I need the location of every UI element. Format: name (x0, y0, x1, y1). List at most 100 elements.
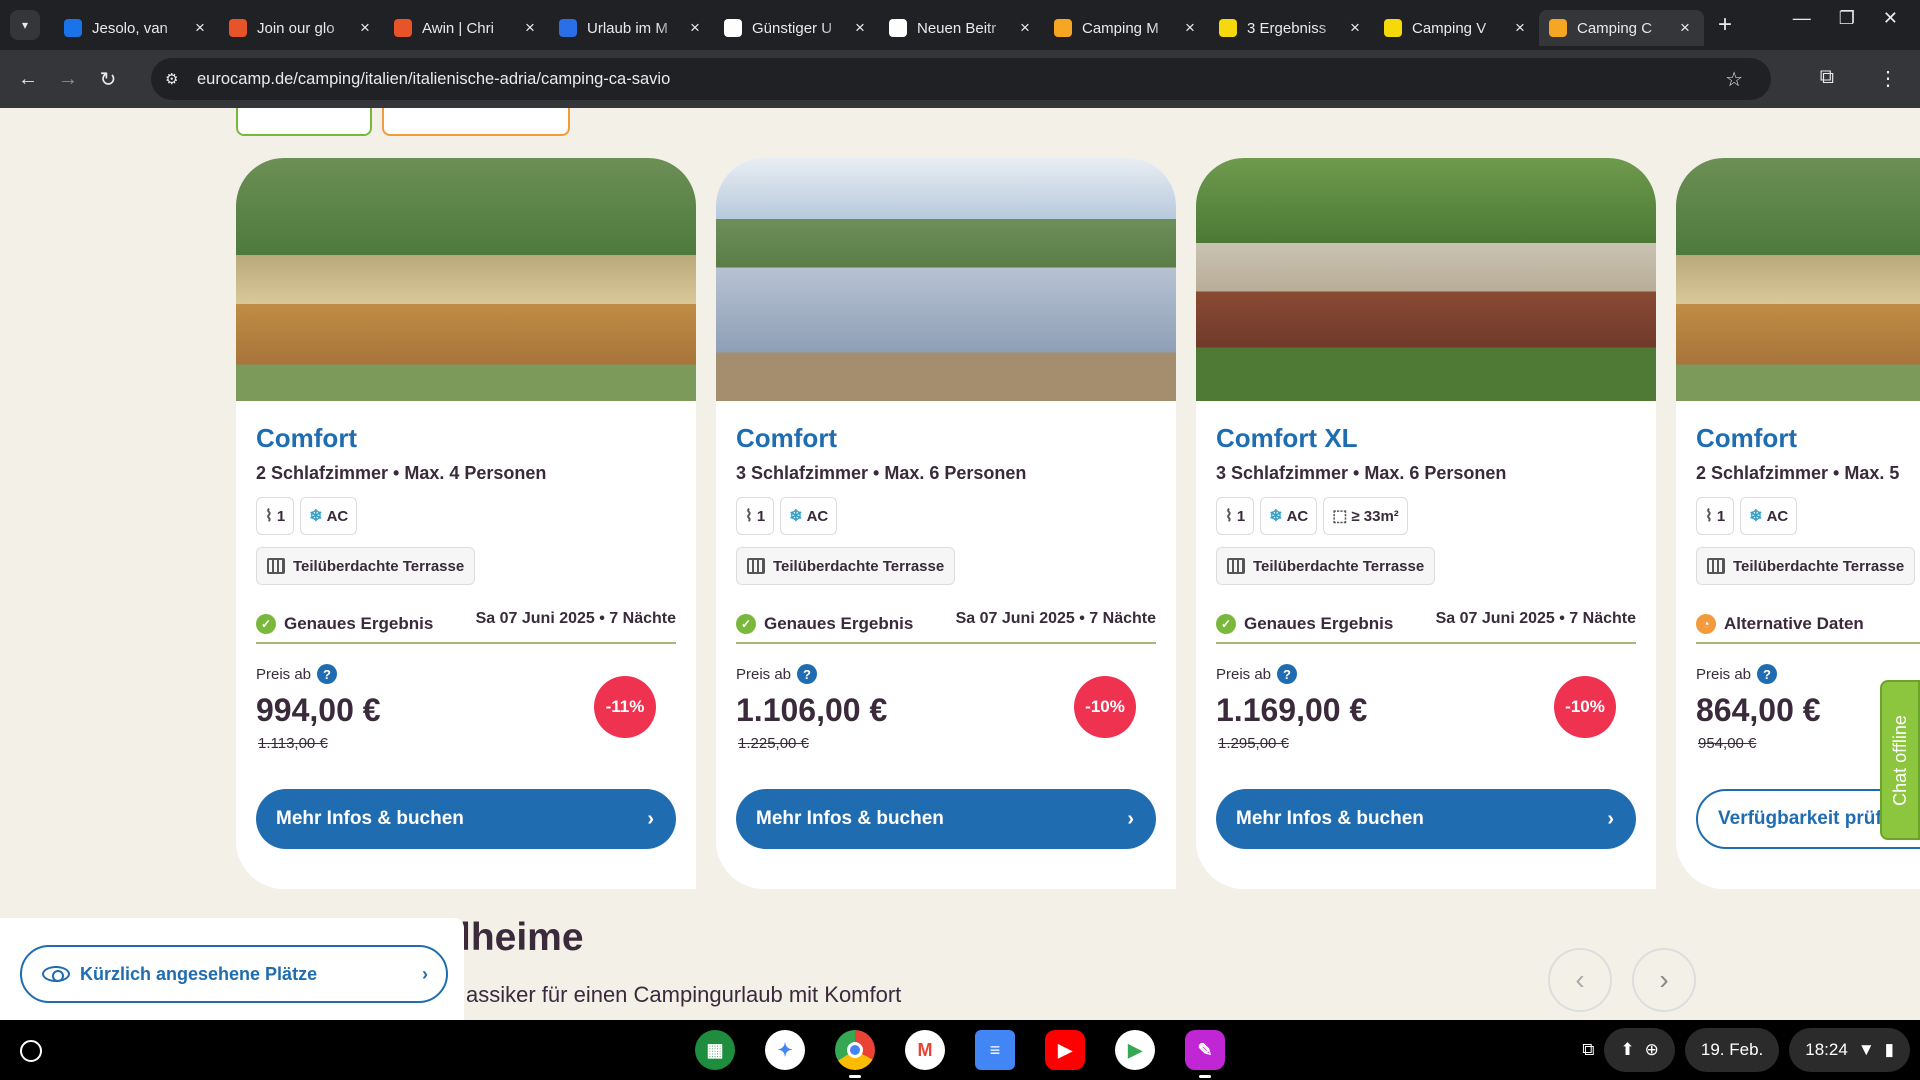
card-title[interactable]: Comfort (736, 423, 1156, 454)
tab-close-icon[interactable]: × (191, 18, 209, 38)
amenity-badge: ❄ AC (1740, 497, 1798, 535)
bookmark-star-icon[interactable]: ☆ (1725, 67, 1743, 92)
help-icon[interactable]: ? (1757, 664, 1778, 684)
upload-icon: ⬆ (1620, 1040, 1635, 1059)
availability-status: ◔ Alternative Daten (1696, 614, 1864, 634)
book-button-label: Mehr Infos & buchen (1236, 808, 1424, 829)
tab-close-icon[interactable]: × (1016, 18, 1034, 38)
tab-close-icon[interactable]: × (851, 18, 869, 38)
forward-icon[interactable]: → (56, 68, 80, 91)
recent-places-label: Kürzlich angesehene Plätze (80, 963, 318, 984)
holding-space-icon[interactable]: ⧉ (1582, 1040, 1594, 1060)
site-info-icon[interactable]: ⚙ (165, 70, 187, 88)
docs-icon[interactable]: ≡ (975, 1030, 1015, 1070)
chrome-icon[interactable] (835, 1030, 875, 1078)
gmail-icon[interactable]: M (905, 1030, 945, 1070)
accommodation-photo[interactable] (1196, 158, 1656, 401)
book-button[interactable]: Mehr Infos & buchen › (256, 789, 676, 849)
price-label-text: Preis ab (736, 665, 792, 683)
app-grid-icon[interactable]: ▦ (695, 1030, 735, 1070)
help-icon[interactable]: ? (797, 664, 818, 684)
browser-tab[interactable]: Neuen Beitr × (879, 10, 1044, 46)
lidl-icon (1384, 19, 1402, 37)
new-tab-button[interactable]: + (1718, 11, 1732, 39)
section-subtitle: assiker für einen Campingurlaub mit Komf… (466, 982, 902, 1007)
amenity-label: AC (1286, 507, 1309, 525)
browser-tab[interactable]: Camping C × (1539, 10, 1704, 46)
reload-icon[interactable]: ↻ (96, 67, 120, 92)
extensions-icon[interactable]: ⧉ (1820, 66, 1834, 91)
browser-tab[interactable]: Günstiger U × (714, 10, 879, 46)
browser-tab[interactable]: Join our glo × (219, 10, 384, 46)
tab-title: Camping V (1412, 19, 1487, 37)
close-window-icon[interactable]: ✕ (1883, 8, 1898, 29)
book-button-label: Mehr Infos & buchen (276, 808, 464, 829)
status-label: Alternative Daten (1724, 614, 1864, 633)
card-subtitle: 2 Schlafzimmer • Max. 5 (1696, 463, 1900, 483)
recent-places-button[interactable]: Kürzlich angesehene Plätze › (20, 945, 448, 1003)
amenity-badges: ⌇ 1 ❄ AC (256, 497, 676, 535)
tab-close-icon[interactable]: × (686, 18, 704, 38)
section-title: lheime (460, 916, 584, 959)
filter-chip-exact[interactable] (236, 108, 372, 136)
launcher-icon[interactable] (20, 1040, 42, 1062)
terrace-icon (1227, 558, 1245, 574)
tab-search-button[interactable]: ▾ (10, 10, 40, 40)
carousel-next-button[interactable]: › (1632, 948, 1696, 1012)
tabs: Jesolo, van × Join our glo × Awin | Chri × Url… (54, 0, 1704, 50)
amenity-badges: ⌇ 1 ❄ AC ⬚ ≥ 33m² (1216, 497, 1636, 535)
shower-icon: ⌇ (1705, 508, 1713, 525)
menu-icon[interactable]: ⋮ (1878, 66, 1898, 91)
accommodation-photo[interactable] (236, 158, 696, 401)
shower-icon: ⌇ (745, 508, 753, 525)
browser-tab[interactable]: 3 Ergebniss × (1209, 10, 1374, 46)
tab-title: 3 Ergebniss (1247, 19, 1327, 37)
accommodation-photo[interactable] (716, 158, 1176, 401)
feature-label: Teilüberdachte Terrasse (293, 557, 465, 575)
tab-close-icon[interactable]: × (1511, 18, 1529, 38)
youtube-icon[interactable]: ▶ (1045, 1030, 1085, 1070)
tab-close-icon[interactable]: × (1181, 18, 1199, 38)
card-title[interactable]: Comfort (1696, 423, 1920, 454)
feature-badge: Teilüberdachte Terrasse (736, 547, 956, 585)
time-pill[interactable]: 18:24 ▼ ▮ (1789, 1028, 1910, 1072)
card-title[interactable]: Comfort (256, 423, 676, 454)
screencast-icon[interactable]: ✎ (1185, 1030, 1225, 1078)
tray-pill-icons[interactable]: ⬆ ⊕ (1604, 1028, 1675, 1072)
browser-tab[interactable]: Camping M × (1044, 10, 1209, 46)
feature-badge: Teilüberdachte Terrasse (1216, 547, 1436, 585)
address-bar[interactable]: ⚙ eurocamp.de/camping/italien/italienisc… (151, 58, 1771, 100)
play-store-icon[interactable]: ▶ (1115, 1030, 1155, 1070)
stay-date: Sa 07 Juni 2025 • 7 Nächte (1435, 610, 1636, 627)
gemini-icon[interactable]: ✦ (765, 1030, 805, 1070)
status-icon: ◔ (1696, 614, 1716, 634)
chat-offline-tab[interactable]: Chat offline (1880, 680, 1920, 840)
date-pill[interactable]: 19. Feb. (1684, 1028, 1780, 1072)
filter-chip-alternative[interactable] (382, 108, 570, 136)
amenity-label: 1 (756, 507, 766, 525)
card-title[interactable]: Comfort XL (1216, 423, 1636, 454)
terrace-icon (1707, 558, 1725, 574)
help-icon[interactable]: ? (1277, 664, 1298, 684)
tab-close-icon[interactable]: × (1676, 18, 1694, 38)
tab-close-icon[interactable]: × (356, 18, 374, 38)
browser-tab[interactable]: Camping V × (1374, 10, 1539, 46)
tab-close-icon[interactable]: × (1346, 18, 1364, 38)
stay-date: Sa 07 Juni 2025 • 7 Nächte (475, 610, 676, 627)
book-button[interactable]: Mehr Infos & buchen › (736, 789, 1156, 849)
tab-close-icon[interactable]: × (521, 18, 539, 38)
tab-title: Join our glo (257, 19, 335, 37)
restore-icon[interactable]: ❐ (1839, 8, 1855, 29)
accommodation-photo[interactable] (1676, 158, 1920, 401)
back-icon[interactable]: ← (16, 68, 40, 91)
help-icon[interactable]: ? (317, 664, 338, 684)
carousel-prev-button[interactable]: ‹ (1548, 948, 1612, 1012)
feature-badge: Teilüberdachte Terrasse (256, 547, 476, 585)
book-button[interactable]: Mehr Infos & buchen › (1216, 789, 1636, 849)
wifi-icon: ▼ (1857, 1040, 1875, 1059)
browser-tab[interactable]: Jesolo, van × (54, 10, 219, 46)
amenity-label: 1 (1716, 507, 1726, 525)
browser-tab[interactable]: Awin | Chri × (384, 10, 549, 46)
minimize-icon[interactable]: — (1793, 8, 1811, 29)
browser-tab[interactable]: Urlaub im M × (549, 10, 714, 46)
